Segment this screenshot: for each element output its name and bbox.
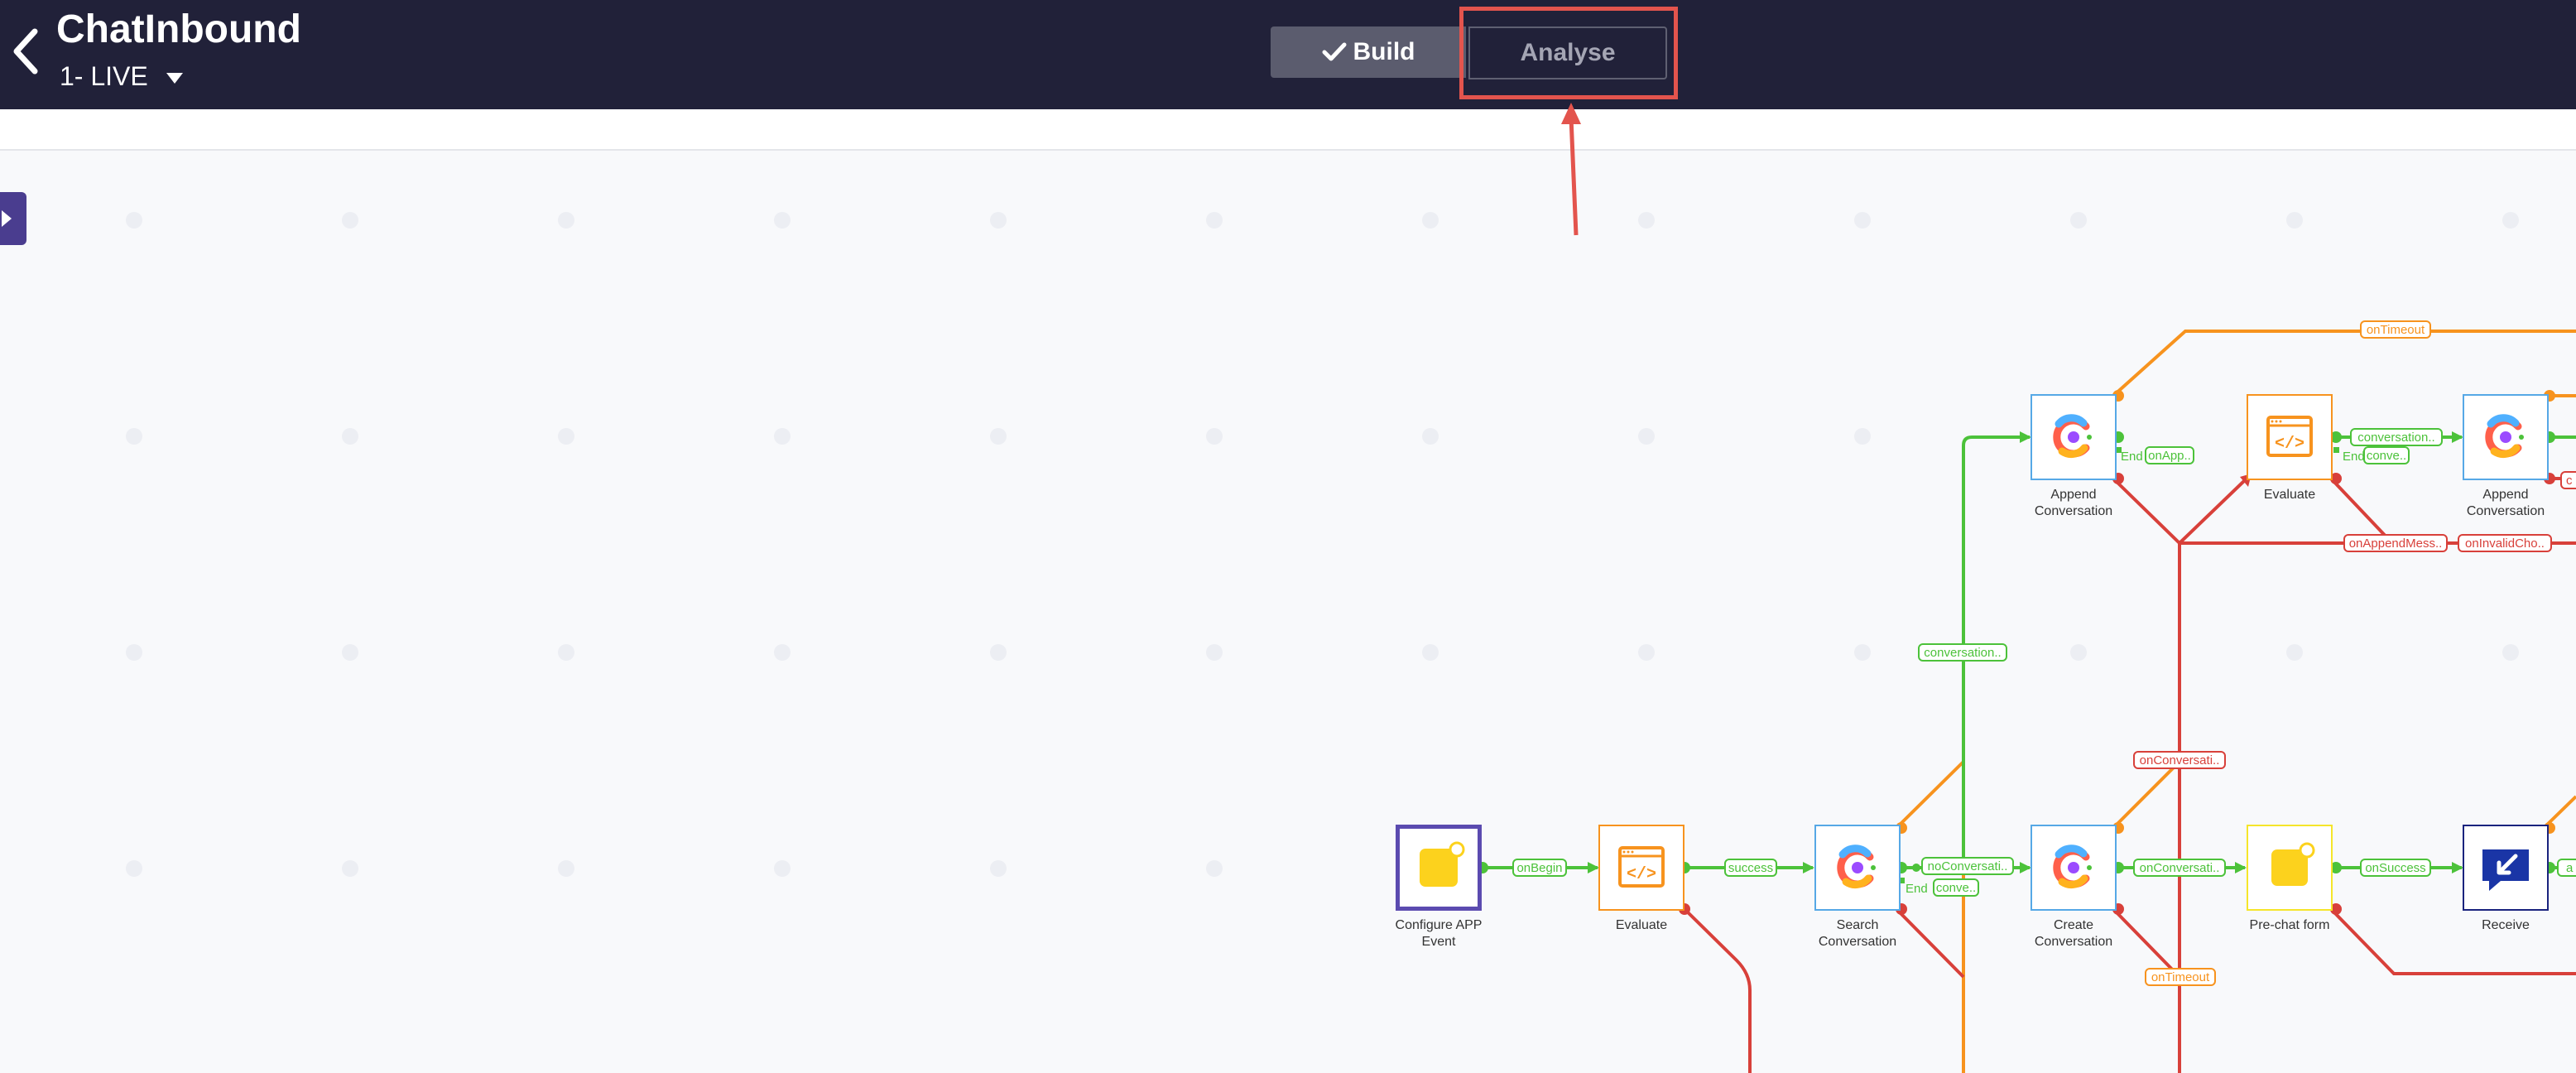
node-label-append-conversation-2: Append Conversation	[2466, 488, 2545, 518]
node-label-create-conversation: Create Conversation	[2034, 918, 2113, 949]
edge-label-end-3: End	[1906, 882, 1928, 896]
app-event-icon	[1420, 841, 1465, 887]
grid-dot	[1638, 644, 1655, 661]
node-append-conversation-1[interactable]	[2031, 394, 2117, 480]
grid-dot	[990, 860, 1007, 877]
grid-dot	[774, 644, 791, 661]
node-evaluate-2[interactable]: </>	[2247, 394, 2333, 480]
grid-dot	[558, 428, 574, 445]
grid-dot	[774, 212, 791, 229]
conversation-icon	[2485, 414, 2524, 458]
grid-dot	[2502, 644, 2519, 661]
grid-dot	[1422, 212, 1439, 229]
conversation-icon	[2053, 844, 2092, 888]
grid-dot	[342, 644, 358, 661]
grid-dot	[2286, 212, 2303, 229]
code-evaluate-icon: </>	[2266, 416, 2313, 457]
edge-label-conversation-right: conversation..	[2357, 431, 2434, 445]
grid-dot	[1206, 644, 1223, 661]
node-create-conversation[interactable]	[2031, 825, 2117, 911]
edge-label-ontimeout-bottom: onTimeout	[2151, 970, 2210, 984]
edge-label-end-2: End	[2343, 450, 2365, 464]
grid-dot	[774, 860, 791, 877]
edge-label-end-1: End	[2121, 450, 2143, 464]
edge-label-conve-1: conve..	[2367, 449, 2406, 463]
grid-dot	[342, 428, 358, 445]
grid-dot	[1638, 428, 1655, 445]
edge-label-onapp: onApp..	[2148, 449, 2191, 463]
canvas-grid-dots	[126, 212, 2519, 877]
edge-label-receive-out: a	[2566, 861, 2574, 875]
edge-label-oninvalidchoice: onInvalidCho..	[2465, 536, 2545, 551]
grid-dot	[2286, 644, 2303, 661]
grid-dot	[126, 212, 142, 229]
edge-label-ontimeout-top: onTimeout	[2367, 323, 2425, 337]
svg-text:</>: </>	[1627, 865, 1656, 884]
node-append-conversation-2[interactable]	[2463, 394, 2549, 480]
node-label-evaluate-1: Evaluate	[1615, 918, 1668, 932]
grid-dot	[558, 860, 574, 877]
conversation-icon	[2053, 414, 2092, 458]
grid-dot	[1638, 212, 1655, 229]
node-label-pre-chat-form: Pre-chat form	[2249, 918, 2330, 932]
edge-label-onsuccess: onSuccess	[2365, 861, 2425, 875]
grid-dot	[1422, 428, 1439, 445]
node-configure-app-event[interactable]	[1396, 825, 1482, 911]
edge-label-onconversation-red: onConversati..	[2140, 753, 2220, 767]
grid-dot	[126, 428, 142, 445]
svg-text:</>: </>	[2275, 435, 2304, 454]
conversation-icon	[1837, 844, 1876, 888]
edge-label-noconversation: noConversati..	[1928, 859, 2008, 873]
grid-dot	[1854, 644, 1871, 661]
grid-dot	[990, 428, 1007, 445]
form-icon	[2271, 842, 2315, 886]
node-label-search-conversation: Search Conversation	[1818, 918, 1897, 949]
edge-label-conversation-vertical: conversation..	[1924, 646, 2001, 660]
node-receive[interactable]	[2463, 825, 2549, 911]
grid-dot	[558, 644, 574, 661]
annotation-arrow	[1561, 103, 1581, 236]
edge-label-onbegin: onBegin	[1516, 861, 1562, 875]
code-evaluate-icon: </>	[1618, 846, 1665, 888]
edge-label-success: success	[1728, 861, 1773, 875]
node-label-evaluate-2: Evaluate	[2263, 488, 2316, 502]
node-search-conversation[interactable]	[1814, 825, 1901, 911]
receive-message-icon	[2482, 849, 2529, 891]
grid-dot	[126, 644, 142, 661]
node-label-append-conversation-1: Append Conversation	[2034, 488, 2113, 518]
grid-dot	[2070, 644, 2087, 661]
grid-dot	[774, 428, 791, 445]
node-pre-chat-form[interactable]	[2247, 825, 2333, 911]
edge-label-onappendmessage: onAppendMess..	[2349, 536, 2443, 551]
grid-dot	[1854, 212, 1871, 229]
grid-dot	[990, 212, 1007, 229]
grid-dot	[342, 212, 358, 229]
grid-dot	[1206, 212, 1223, 229]
flow-canvas: onBegin success noConversati.. onConvers…	[126, 103, 2576, 1073]
grid-dot	[990, 644, 1007, 661]
grid-dot	[1206, 428, 1223, 445]
grid-dot	[2502, 212, 2519, 229]
edge-label-append-red-out: c	[2566, 474, 2573, 488]
node-label-configure-app-event: Configure APP Event	[1395, 918, 1483, 949]
grid-dot	[1206, 860, 1223, 877]
grid-dot	[342, 860, 358, 877]
edge-label-onconversation: onConversati..	[2140, 861, 2220, 875]
node-label-receive: Receive	[2482, 918, 2530, 932]
grid-dot	[2070, 212, 2087, 229]
grid-dot	[1854, 428, 1871, 445]
grid-dot	[1422, 644, 1439, 661]
grid-dot	[558, 212, 574, 229]
failure-paths	[1683, 477, 2576, 1073]
node-evaluate-1[interactable]: </>	[1598, 825, 1684, 911]
grid-dot	[126, 860, 142, 877]
edge-label-conve-2: conve..	[1936, 881, 1976, 895]
